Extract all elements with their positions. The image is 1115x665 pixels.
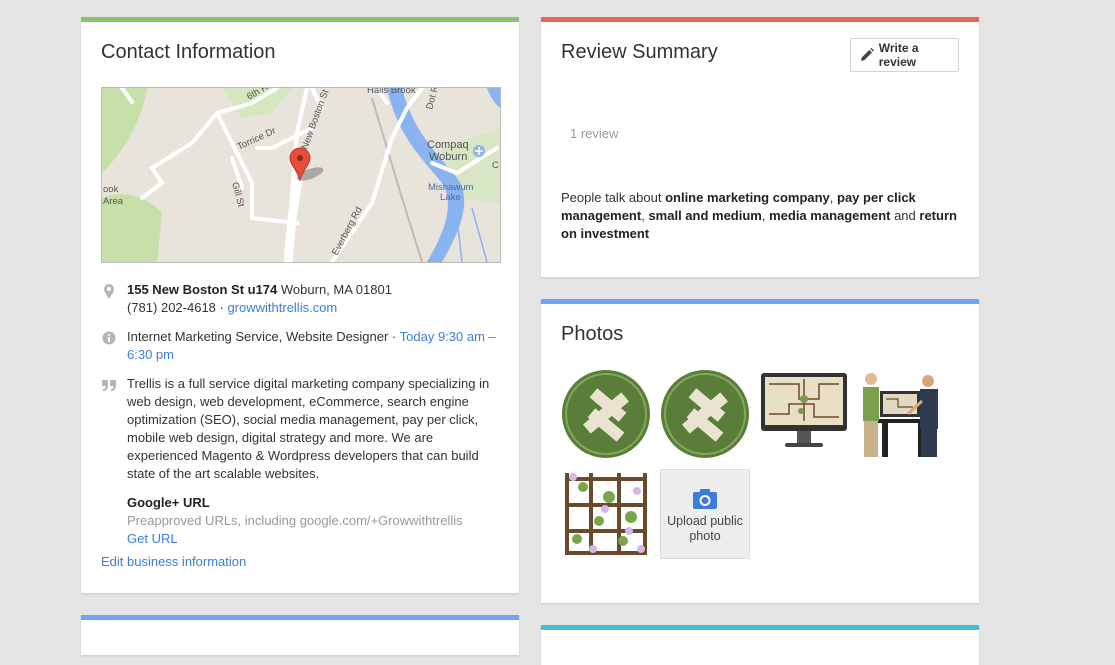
topic-keyword[interactable]: small and medium [648,208,761,223]
next-card-right [541,625,979,665]
write-review-button[interactable]: Write a review [850,38,959,72]
map-canvas: Halls Brook 6th Rd New Boston St Dot Rd … [102,88,500,262]
map-label: Halls Brook [367,88,416,96]
address-city: Woburn, MA 01801 [277,282,392,297]
website-link[interactable]: growwithtrellis.com [227,300,337,315]
photo-thumbnail-logo[interactable] [660,369,750,459]
photo-thumbnail-people[interactable] [858,369,948,459]
review-summary-card: Review Summary Write a review 1 review P… [541,17,979,277]
card-accent-bar [541,625,979,630]
map-label: ook [103,184,119,195]
gplus-url-label: Google+ URL [127,495,210,510]
photo-thumbnail-trellis[interactable] [561,469,651,559]
pencil-icon [860,47,875,61]
upload-photo-button[interactable]: Upload public photo [660,469,750,559]
card-accent-bar [541,17,979,22]
get-url-link[interactable]: Get URL [127,530,499,548]
address-street: 155 New Boston St u174 [127,282,278,297]
map-label: Lake [440,192,461,203]
description-row: Trellis is a full service digital market… [101,375,499,483]
location-map[interactable]: Halls Brook 6th Rd New Boston St Dot Rd … [101,87,501,263]
info-icon [102,331,116,345]
photo-thumbnail-logo[interactable] [561,369,651,459]
card-accent-bar [81,615,519,620]
next-card-left [81,615,519,655]
photos-card-title: Photos [561,323,624,345]
topics-prefix: People talk about [561,190,666,205]
topic-keyword[interactable]: online marketing company [665,190,830,205]
topic-separator: , [761,208,770,223]
card-accent-bar [541,299,979,304]
contact-info-card: Contact Information Halls Brook 6th Rd N… [81,17,519,593]
photos-card: Photos Upload public photo [541,299,979,603]
map-label: Compaq [427,139,469,151]
review-topics: People talk about online marketing compa… [561,189,959,243]
write-review-label: Write a review [878,41,919,69]
edit-business-link[interactable]: Edit business information [101,553,499,571]
topic-separator: , [829,190,838,205]
map-label: C [492,160,499,171]
map-label: Woburn [429,151,467,163]
quote-icon [102,380,116,391]
review-card-title: Review Summary [561,41,718,63]
card-accent-bar [81,17,519,22]
business-description: Trellis is a full service digital market… [127,376,490,481]
category-hours-row: Internet Marketing Service, Website Desi… [101,328,499,364]
gplus-url-note: Preapproved URLs, including google.com/+… [127,513,463,528]
upload-label-line2: photo [689,529,721,543]
camera-icon [693,489,717,509]
phone-number[interactable]: (781) 202-4618 · [127,300,227,315]
topic-separator: and [890,208,920,223]
gplus-url-section: Google+ URL Preapproved URLs, including … [101,494,499,548]
topic-keyword[interactable]: media management [769,208,890,223]
location-pin-icon [104,284,114,299]
photo-thumbnail-monitor[interactable] [759,369,849,459]
review-count[interactable]: 1 review [570,126,618,141]
map-label: Area [103,196,124,207]
upload-label-line1: Upload public [667,514,743,528]
contact-card-title: Contact Information [101,41,276,63]
business-category: Internet Marketing Service, Website Desi… [127,329,400,344]
address-row: 155 New Boston St u174 Woburn, MA 01801 … [101,281,499,317]
